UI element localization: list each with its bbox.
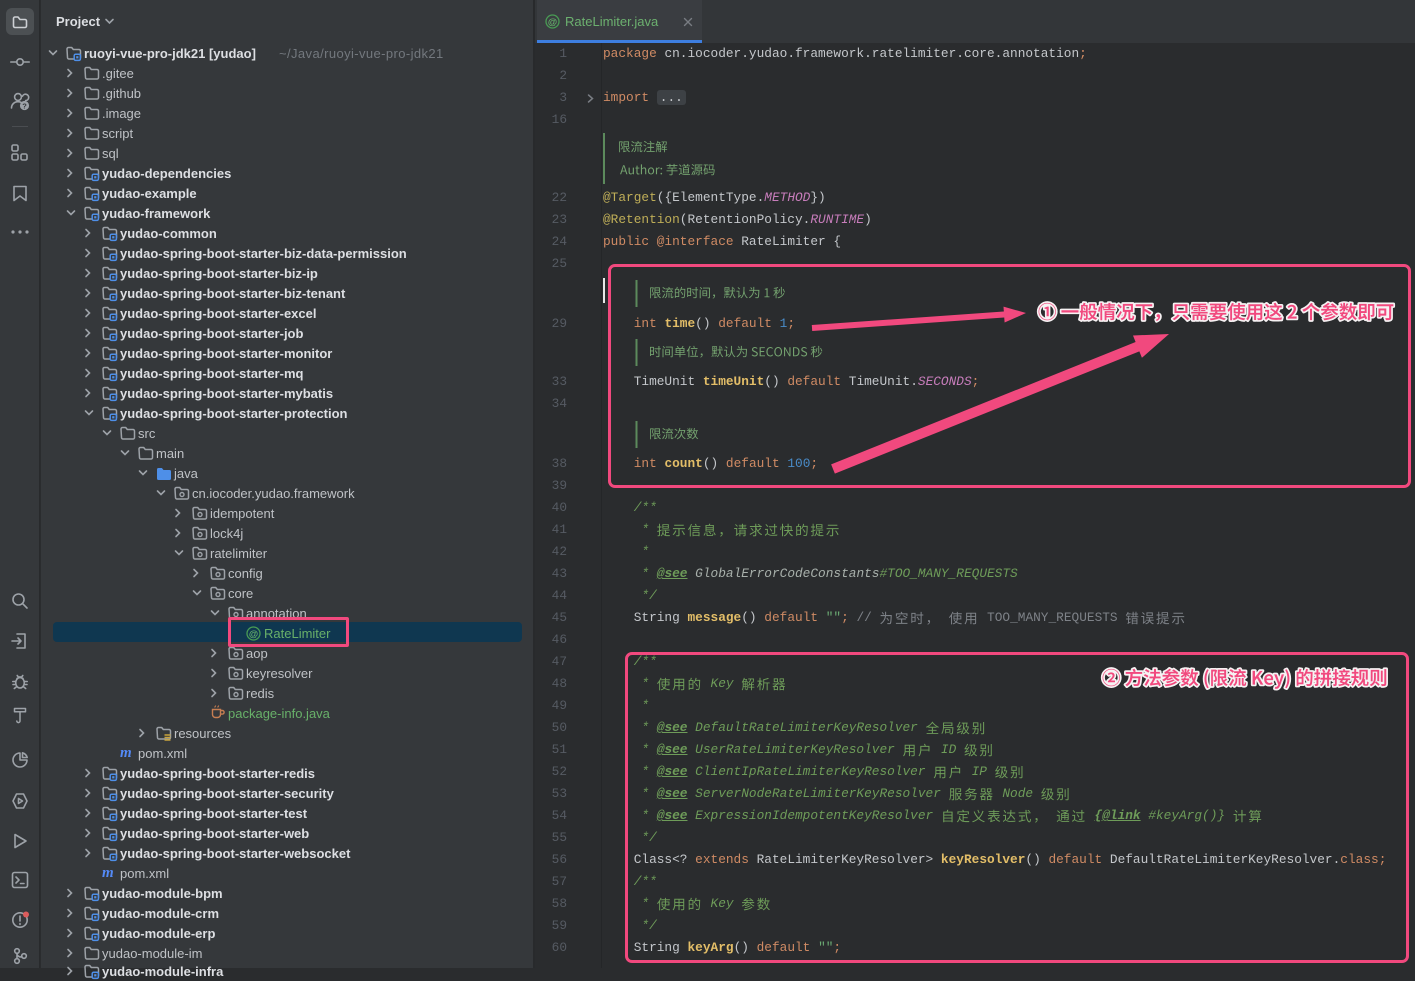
svg-text:?: ?	[22, 101, 27, 110]
svg-text:@: @	[548, 17, 557, 28]
